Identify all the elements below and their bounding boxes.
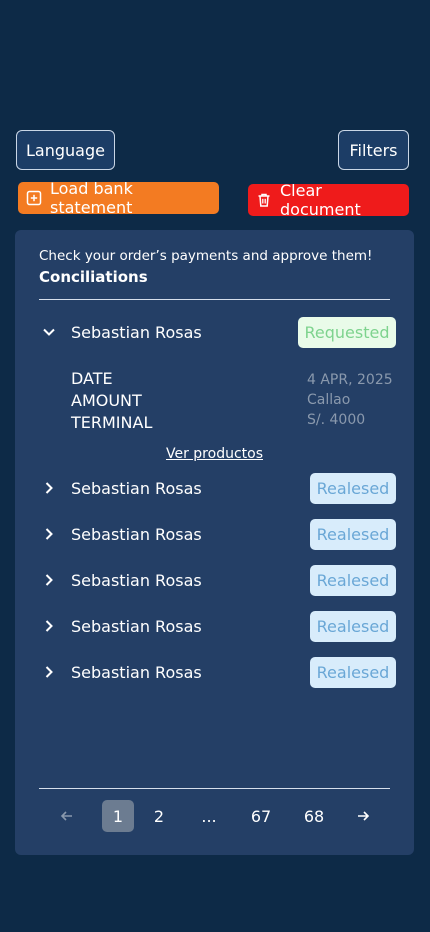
card-subtitle: Check your order’s payments and approve …	[39, 248, 373, 264]
page-button-68[interactable]: 68	[301, 800, 327, 832]
row-customer-name: Sebastian Rosas	[71, 616, 202, 636]
detail-value-date: 4 APR, 2025	[307, 372, 393, 388]
row-customer-name: Sebastian Rosas	[71, 524, 202, 544]
status-badge: Realesed	[310, 518, 396, 550]
page-button-67[interactable]: 67	[248, 800, 274, 832]
conciliation-row[interactable]: Sebastian Rosas Realesed	[39, 472, 396, 504]
plus-square-icon	[26, 190, 42, 206]
load-bank-statement-label: Load bank statement	[50, 179, 133, 217]
status-badge: Realesed	[310, 656, 396, 688]
status-badge: Requested	[298, 316, 396, 348]
filters-button-label: Filters	[349, 140, 398, 160]
top-divider	[39, 299, 390, 300]
pagination: 1 2 ... 67 68	[39, 800, 390, 832]
bottom-divider	[39, 788, 390, 789]
chevron-right-icon[interactable]	[40, 525, 58, 543]
detail-value-terminal: S/. 4000	[307, 412, 366, 428]
page-button-2[interactable]: 2	[147, 800, 171, 832]
clear-document-label: Clear document	[280, 181, 361, 219]
load-bank-statement-button[interactable]: Load bank statement	[18, 179, 219, 217]
page-button-1[interactable]: 1	[102, 800, 134, 832]
chevron-right-icon[interactable]	[40, 571, 58, 589]
conciliation-row[interactable]: Sebastian Rosas Realesed	[39, 564, 396, 596]
chevron-down-icon[interactable]	[40, 323, 58, 341]
row-customer-name: Sebastian Rosas	[71, 570, 202, 590]
clear-document-button[interactable]: Clear document	[248, 181, 409, 219]
ver-productos-link[interactable]: Ver productos	[166, 446, 263, 462]
detail-label-amount: AMOUNT	[71, 391, 142, 410]
trash-icon	[256, 192, 272, 208]
conciliations-card: Check your order’s payments and approve …	[15, 230, 414, 855]
detail-label-date: DATE	[71, 369, 113, 388]
ver-productos-link-wrap: Ver productos	[15, 446, 414, 462]
detail-labels: DATE AMOUNT TERMINAL	[71, 368, 152, 434]
status-badge: Realesed	[310, 610, 396, 642]
language-button-label: Language	[26, 140, 105, 160]
status-badge: Realesed	[310, 564, 396, 596]
row-customer-name: Sebastian Rosas	[71, 478, 202, 498]
conciliation-row[interactable]: Sebastian Rosas Realesed	[39, 610, 396, 642]
page-ellipsis: ...	[201, 806, 217, 826]
chevron-right-icon[interactable]	[40, 479, 58, 497]
language-button[interactable]: Language	[16, 130, 115, 170]
card-title: Conciliations	[39, 268, 148, 286]
arrow-left-icon[interactable]	[57, 800, 77, 832]
chevron-right-icon[interactable]	[40, 663, 58, 681]
row-customer-name: Sebastian Rosas	[71, 322, 202, 342]
filters-button[interactable]: Filters	[338, 130, 409, 170]
row-customer-name: Sebastian Rosas	[71, 662, 202, 682]
conciliation-row-expanded[interactable]: Sebastian Rosas Requested	[39, 316, 396, 348]
status-badge: Realesed	[310, 472, 396, 504]
conciliation-row[interactable]: Sebastian Rosas Realesed	[39, 656, 396, 688]
detail-value-amount: Callao	[307, 392, 351, 408]
detail-label-terminal: TERMINAL	[71, 413, 153, 432]
detail-values: 4 APR, 2025 Callao S/. 4000	[307, 370, 393, 430]
arrow-right-icon[interactable]	[353, 800, 373, 832]
chevron-right-icon[interactable]	[40, 617, 58, 635]
conciliation-row[interactable]: Sebastian Rosas Realesed	[39, 518, 396, 550]
